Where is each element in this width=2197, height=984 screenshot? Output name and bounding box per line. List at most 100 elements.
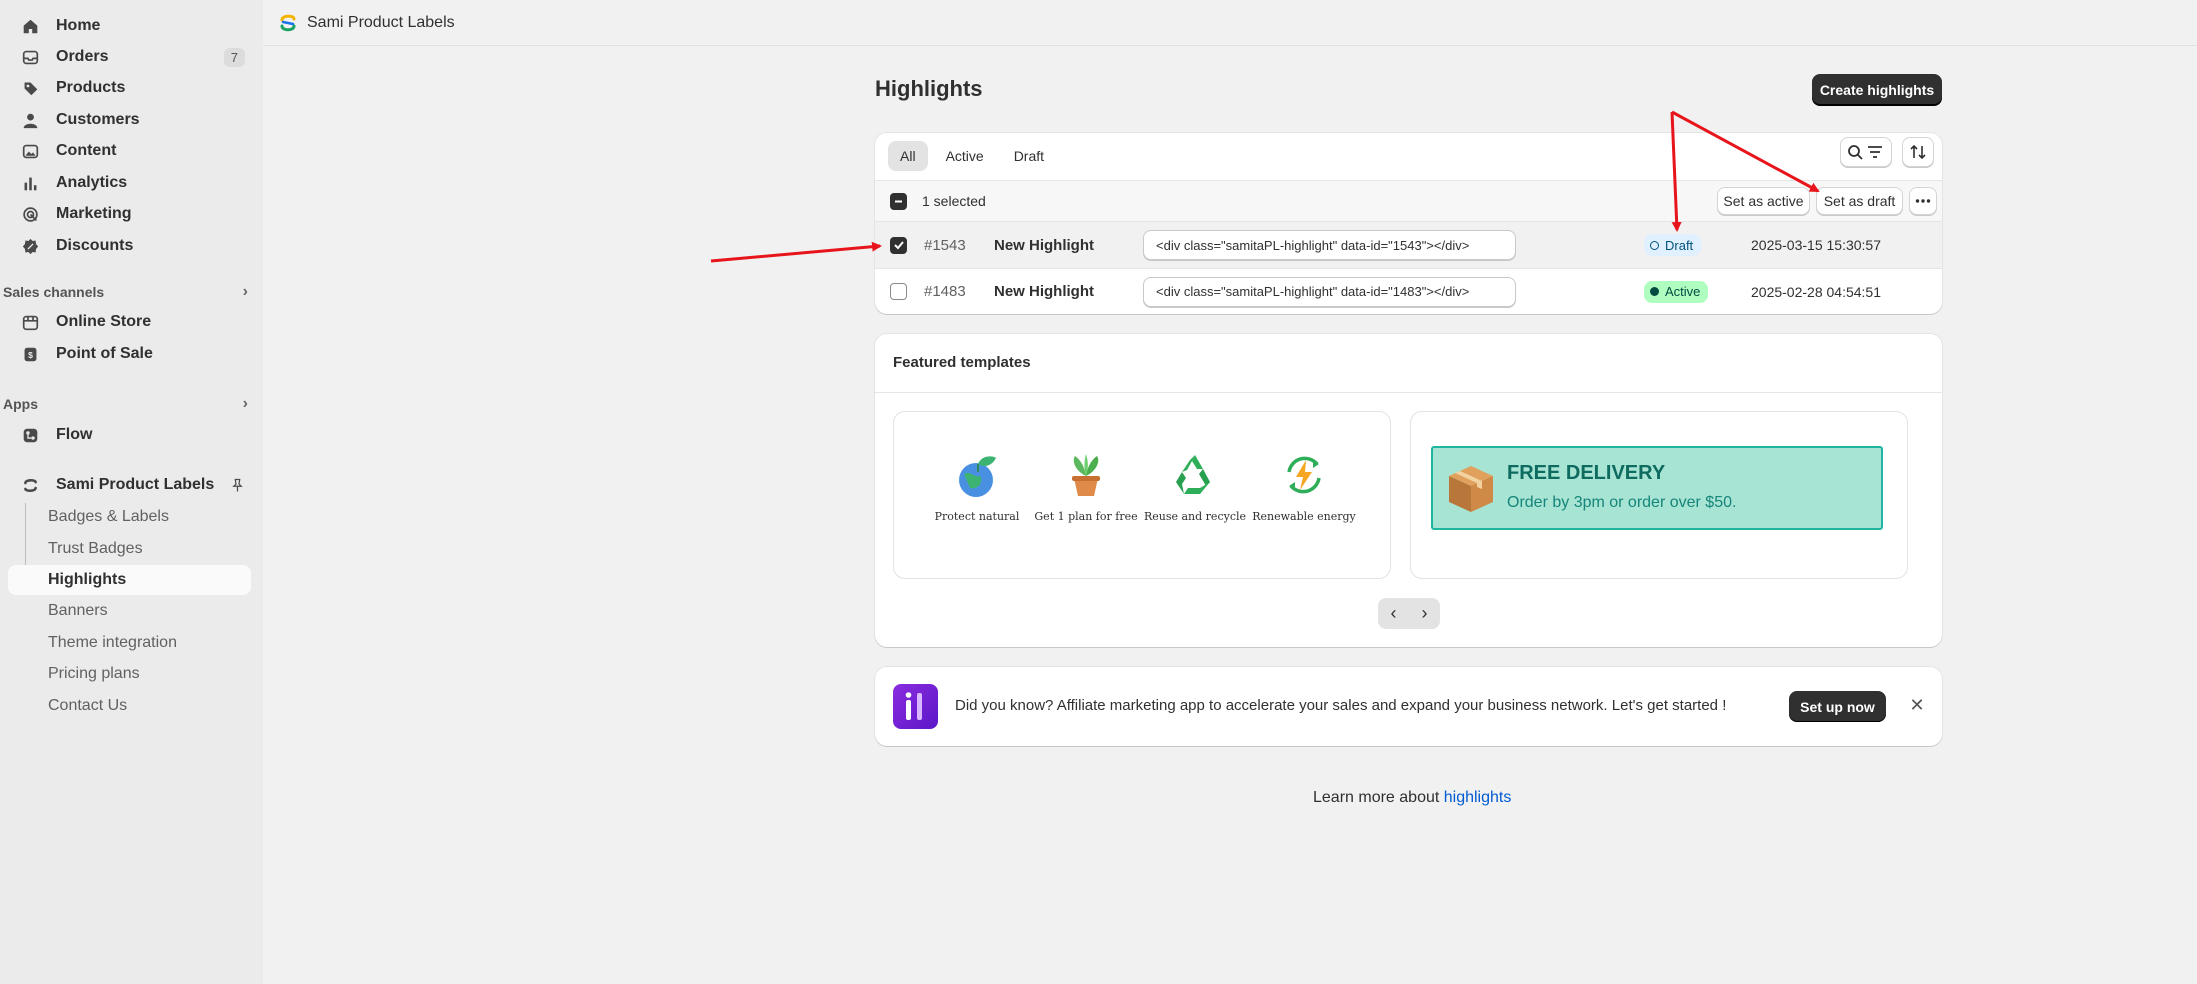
search-filter-icon bbox=[1848, 145, 1882, 160]
sort-icon bbox=[1910, 144, 1926, 160]
nav-home[interactable]: Home bbox=[8, 11, 251, 41]
sidebar: Home Orders 7 Products Customers Content… bbox=[0, 0, 263, 984]
highlights-table-card: All Active Draft 1 selected Set as activ… bbox=[875, 133, 1942, 314]
affiliate-app-logo bbox=[893, 684, 938, 729]
learn-more-text: Learn more about bbox=[1313, 789, 1444, 806]
nav-customers[interactable]: Customers bbox=[8, 105, 251, 135]
promo-text: Did you know? Affiliate marketing app to… bbox=[955, 697, 1727, 714]
close-icon[interactable]: ✕ bbox=[1905, 693, 1929, 717]
row-checkbox[interactable] bbox=[890, 236, 907, 254]
status-dot-icon bbox=[1650, 287, 1659, 296]
nav-label: Customers bbox=[56, 111, 140, 128]
template-card-delivery[interactable]: FREE DELIVERY Order by 3pm or order over… bbox=[1410, 411, 1908, 579]
nav-point-of-sale[interactable]: $ Point of Sale bbox=[8, 339, 251, 369]
affiliate-promo-banner: Did you know? Affiliate marketing app to… bbox=[875, 667, 1942, 746]
row-checkbox[interactable] bbox=[890, 283, 907, 300]
template-feature: Protect natural bbox=[925, 450, 1029, 523]
status-label: Active bbox=[1665, 284, 1701, 299]
potted-plant-icon bbox=[1061, 450, 1111, 500]
status-badge: Draft bbox=[1644, 234, 1702, 256]
flow-icon bbox=[20, 425, 40, 445]
nav-label: Online Store bbox=[56, 313, 152, 330]
create-highlights-button[interactable]: Create highlights bbox=[1812, 74, 1942, 105]
select-all-checkbox[interactable] bbox=[890, 192, 907, 210]
free-delivery-banner: FREE DELIVERY Order by 3pm or order over… bbox=[1431, 446, 1883, 530]
annotation-arrow bbox=[710, 241, 882, 263]
template-feature: Get 1 plan for free bbox=[1034, 450, 1138, 523]
row-name[interactable]: New Highlight bbox=[994, 237, 1094, 254]
row-date: 2025-02-28 04:54:51 bbox=[1751, 283, 1881, 300]
chevron-right-icon: › bbox=[242, 395, 248, 412]
next-page-icon[interactable]: › bbox=[1409, 598, 1440, 629]
table-row[interactable]: #1543 New Highlight <div class="samitaPL… bbox=[875, 222, 1942, 268]
nav-analytics[interactable]: Analytics bbox=[8, 168, 251, 198]
sami-logo-icon bbox=[20, 475, 40, 495]
page-title: Highlights bbox=[875, 76, 983, 101]
row-id: #1543 bbox=[924, 236, 966, 254]
template-card-eco[interactable]: Protect natural Get 1 plan for free Reus… bbox=[893, 411, 1391, 579]
delivery-title: FREE DELIVERY bbox=[1507, 462, 1666, 484]
nav-sami-product-labels[interactable]: Sami Product Labels bbox=[8, 470, 251, 500]
set-as-active-button[interactable]: Set as active bbox=[1717, 187, 1810, 215]
delivery-subtitle: Order by 3pm or order over $50. bbox=[1507, 494, 1737, 511]
package-icon bbox=[1449, 466, 1493, 512]
minus-icon bbox=[895, 200, 902, 202]
learn-more: Learn more about highlights bbox=[1313, 789, 1511, 807]
apps-header[interactable]: Apps › bbox=[3, 393, 248, 415]
earth-plant-icon bbox=[952, 450, 1002, 500]
subnav-banners[interactable]: Banners bbox=[8, 596, 251, 626]
set-as-draft-button[interactable]: Set as draft bbox=[1816, 187, 1903, 215]
feature-label: Reuse and recycle bbox=[1143, 510, 1247, 523]
status-dot-icon bbox=[1650, 240, 1659, 250]
embed-code-field[interactable]: <div class="samitaPL-highlight" data-id=… bbox=[1143, 276, 1516, 307]
nav-orders[interactable]: Orders 7 bbox=[8, 42, 251, 72]
embed-code-field[interactable]: <div class="samitaPL-highlight" data-id=… bbox=[1143, 230, 1516, 260]
chart-icon bbox=[20, 173, 40, 193]
nav-online-store[interactable]: Online Store bbox=[8, 307, 251, 337]
featured-templates-card: Featured templates Protect natural Get 1… bbox=[875, 334, 1942, 647]
subnav-highlights[interactable]: Highlights bbox=[8, 565, 251, 595]
person-icon bbox=[20, 110, 40, 130]
row-id: #1483 bbox=[924, 283, 966, 300]
nav-label: Sami Product Labels bbox=[56, 476, 215, 493]
nav-label: Products bbox=[56, 79, 126, 96]
selected-count: 1 selected bbox=[922, 193, 986, 209]
tab-active[interactable]: Active bbox=[934, 141, 996, 171]
row-name[interactable]: New Highlight bbox=[994, 283, 1094, 300]
nav-content[interactable]: Content bbox=[8, 136, 251, 166]
discount-icon bbox=[20, 236, 40, 256]
app-title: Sami Product Labels bbox=[307, 13, 455, 31]
tag-icon bbox=[20, 78, 40, 98]
subnav-pricing-plans[interactable]: Pricing plans bbox=[8, 659, 251, 689]
nav-discounts[interactable]: Discounts bbox=[8, 231, 251, 261]
row-date: 2025-03-15 15:30:57 bbox=[1751, 237, 1881, 253]
sales-channels-header[interactable]: Sales channels › bbox=[3, 281, 248, 303]
tab-all[interactable]: All bbox=[888, 141, 928, 171]
subnav-trust-badges[interactable]: Trust Badges bbox=[8, 534, 251, 564]
set-up-now-button[interactable]: Set up now bbox=[1789, 691, 1886, 722]
subnav-theme-integration[interactable]: Theme integration bbox=[8, 628, 251, 658]
nav-marketing[interactable]: Marketing bbox=[8, 199, 251, 229]
divider bbox=[875, 392, 1942, 393]
prev-page-icon[interactable]: ‹ bbox=[1378, 598, 1409, 629]
nav-label: Orders bbox=[56, 48, 109, 65]
subnav-contact-us[interactable]: Contact Us bbox=[8, 691, 251, 721]
more-actions-button[interactable] bbox=[1909, 187, 1937, 215]
nav-label: Flow bbox=[56, 426, 93, 443]
recycle-icon bbox=[1170, 450, 1220, 500]
highlights-help-link[interactable]: highlights bbox=[1444, 789, 1512, 806]
feature-label: Get 1 plan for free bbox=[1034, 510, 1138, 523]
pos-icon: $ bbox=[20, 344, 40, 364]
target-icon bbox=[20, 204, 40, 224]
sort-button[interactable] bbox=[1902, 137, 1934, 167]
status-label: Draft bbox=[1665, 237, 1694, 253]
tab-draft[interactable]: Draft bbox=[1002, 141, 1056, 171]
subnav-badges-labels[interactable]: Badges & Labels bbox=[8, 502, 251, 532]
table-row[interactable]: #1483 New Highlight <div class="samitaPL… bbox=[875, 268, 1942, 314]
search-filter-button[interactable] bbox=[1840, 137, 1892, 167]
renewable-energy-icon bbox=[1279, 450, 1329, 500]
nav-flow[interactable]: Flow bbox=[8, 420, 251, 450]
nav-products[interactable]: Products bbox=[8, 73, 251, 103]
chevron-right-icon: › bbox=[242, 283, 248, 300]
pin-icon[interactable] bbox=[230, 478, 245, 493]
